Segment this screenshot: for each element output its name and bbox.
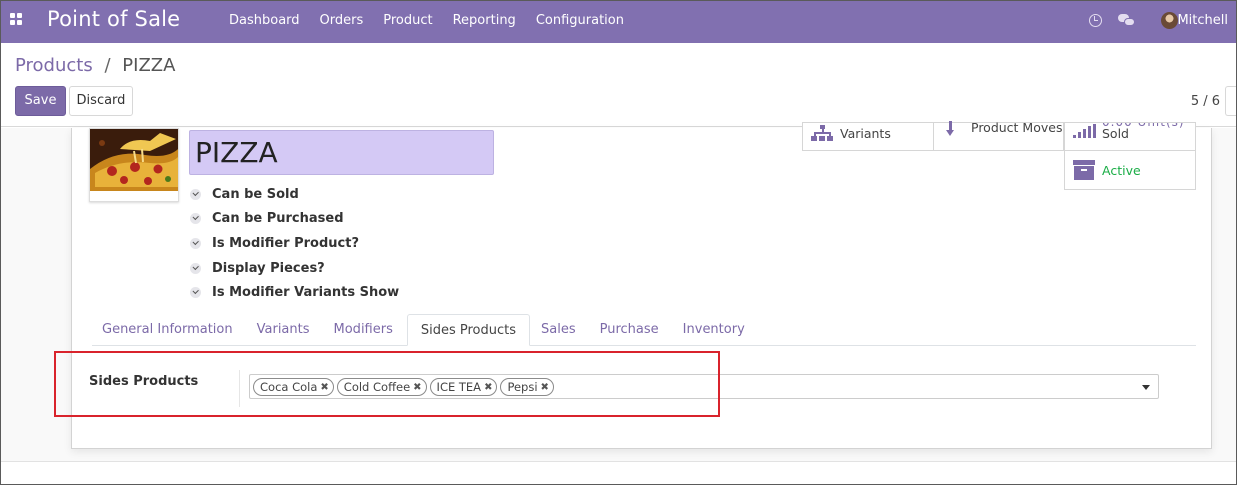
product-image[interactable] bbox=[89, 128, 179, 202]
product-options: Can be Sold Can be Purchased Is Modifier… bbox=[190, 182, 399, 305]
annotation-highlight-box bbox=[54, 351, 720, 417]
can-be-sold-checkbox[interactable] bbox=[190, 188, 201, 200]
chevron-down-icon[interactable] bbox=[1142, 385, 1150, 390]
chat-icon[interactable] bbox=[1118, 13, 1136, 29]
page-bottom-area bbox=[1, 461, 1236, 484]
top-navbar: Point of Sale Dashboard Orders Product R… bbox=[1, 1, 1236, 43]
navbar-right: Mitchell bbox=[1036, 1, 1236, 43]
sold-smart-button[interactable]: 0.00 Unit(s) Sold bbox=[1064, 122, 1196, 151]
product-name-input[interactable]: PIZZA bbox=[189, 130, 494, 175]
display-pieces-checkbox[interactable] bbox=[190, 262, 201, 274]
sold-label: Sold bbox=[1102, 126, 1129, 141]
checkbox-row: Is Modifier Product? bbox=[190, 231, 399, 256]
variants-smart-button[interactable]: Variants bbox=[802, 122, 934, 151]
checkbox-label: Can be Sold bbox=[212, 186, 299, 202]
checkbox-label: Is Modifier Variants Show bbox=[212, 285, 400, 301]
can-be-purchased-checkbox[interactable] bbox=[190, 213, 201, 225]
checkbox-row: Is Modifier Variants Show bbox=[190, 280, 399, 305]
tab-sides-products[interactable]: Sides Products bbox=[406, 314, 531, 346]
checkbox-label: Display Pieces? bbox=[212, 260, 325, 276]
breadcrumb: Products / PIZZA bbox=[15, 55, 175, 76]
product-moves-label: Product Moves bbox=[971, 120, 1063, 135]
app-title: Point of Sale bbox=[47, 7, 181, 31]
pizza-image-icon bbox=[90, 129, 178, 191]
breadcrumb-current: PIZZA bbox=[122, 55, 176, 76]
checkbox-label: Can be Purchased bbox=[212, 211, 344, 227]
tab-sales[interactable]: Sales bbox=[531, 314, 589, 345]
is-modifier-product-checkbox[interactable] bbox=[190, 237, 201, 249]
menu-orders[interactable]: Orders bbox=[310, 1, 374, 43]
breadcrumb-products-link[interactable]: Products bbox=[15, 55, 93, 76]
menu-configuration[interactable]: Configuration bbox=[526, 1, 634, 43]
menu-reporting[interactable]: Reporting bbox=[443, 1, 526, 43]
sitemap-icon bbox=[811, 125, 833, 143]
checkbox-row: Display Pieces? bbox=[190, 256, 399, 281]
arrow-down-icon bbox=[946, 121, 956, 137]
control-panel: Products / PIZZA Save Discard 5 / 6 bbox=[1, 43, 1236, 127]
tab-modifiers[interactable]: Modifiers bbox=[324, 314, 406, 345]
tab-variants[interactable]: Variants bbox=[247, 314, 323, 345]
avatar[interactable] bbox=[1161, 12, 1178, 29]
main-menu: Dashboard Orders Product Reporting Confi… bbox=[219, 1, 634, 43]
checkbox-label: Is Modifier Product? bbox=[212, 235, 360, 251]
is-modifier-variants-show-checkbox[interactable] bbox=[190, 287, 201, 299]
notebook-tabs: General Information Variants Modifiers S… bbox=[92, 314, 1196, 346]
user-name[interactable]: Mitchell bbox=[1177, 13, 1228, 28]
menu-dashboard[interactable]: Dashboard bbox=[219, 1, 310, 43]
discard-button[interactable]: Discard bbox=[69, 86, 133, 116]
activity-clock-icon[interactable] bbox=[1089, 14, 1102, 27]
checkbox-row: Can be Sold bbox=[190, 182, 399, 207]
tab-inventory[interactable]: Inventory bbox=[673, 314, 758, 345]
tab-general-information[interactable]: General Information bbox=[92, 314, 246, 345]
active-label: Active bbox=[1102, 163, 1141, 178]
variants-label: Variants bbox=[840, 126, 891, 141]
breadcrumb-separator: / bbox=[104, 55, 111, 76]
active-toggle-button[interactable]: Active bbox=[1064, 150, 1196, 190]
tab-purchase[interactable]: Purchase bbox=[590, 314, 672, 345]
product-moves-smart-button[interactable]: Product Moves bbox=[933, 120, 1064, 151]
pager-previous-button[interactable] bbox=[1225, 86, 1236, 116]
signal-bars-icon bbox=[1073, 124, 1097, 138]
archive-icon bbox=[1073, 160, 1095, 180]
pager-value[interactable]: 5 / 6 bbox=[1191, 94, 1220, 109]
save-button[interactable]: Save bbox=[15, 86, 66, 116]
apps-menu-icon[interactable] bbox=[10, 13, 22, 25]
menu-product[interactable]: Product bbox=[373, 1, 442, 43]
checkbox-row: Can be Purchased bbox=[190, 207, 399, 232]
